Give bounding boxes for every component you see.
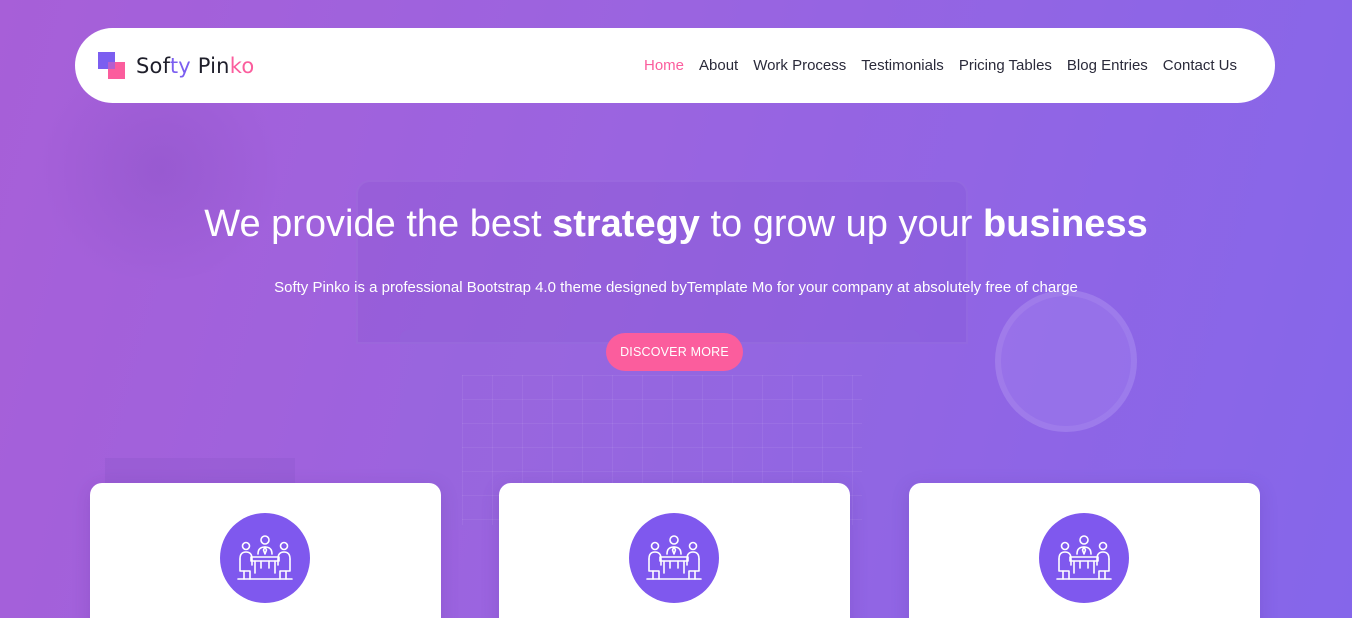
background-coffee-cup [995,290,1137,432]
hero-title: We provide the best strategy to grow up … [0,203,1352,246]
hero-title-emphasis: strategy [552,203,700,245]
logo-text-part: Sof [136,53,170,78]
nav-item: Testimonials [861,57,944,75]
discover-more-button[interactable]: DISCOVER MORE [606,333,743,371]
hero-title-text: to grow up your [699,203,983,245]
nav-link-blog-entries[interactable]: Blog Entries [1067,57,1148,74]
nav-link-work-process[interactable]: Work Process [753,57,846,74]
nav-item: Contact Us [1163,57,1237,75]
team-meeting-icon [1039,513,1129,603]
feature-card [90,483,441,618]
nav-item: Work Process [753,57,846,75]
feature-card [909,483,1260,618]
logo-text-part: ty [169,53,191,78]
logo-text-part: ko [229,53,255,78]
team-meeting-icon [629,513,719,603]
nav-item: About [699,57,738,75]
nav-menu: Home About Work Process Testimonials Pricing… [644,57,1237,75]
hero-title-text: We provide the best [204,203,553,245]
navbar: Softy Pinko Home About Work Process Testimo… [75,28,1275,103]
logo-text-part: Pin [190,53,230,78]
nav-item: Pricing Tables [959,57,1052,75]
hero-title-emphasis: business [982,203,1148,245]
nav-link-testimonials[interactable]: Testimonials [861,57,944,74]
hero-subtitle: Softy Pinko is a professional Bootstrap … [274,279,1078,296]
nav-link-about[interactable]: About [699,57,738,74]
logo-mark-icon [98,51,126,80]
logo-text: Softy Pinko [136,54,254,78]
nav-link-pricing-tables[interactable]: Pricing Tables [959,57,1052,74]
feature-card [499,483,850,618]
site-logo[interactable]: Softy Pinko [98,51,254,80]
nav-link-contact-us[interactable]: Contact Us [1163,57,1237,74]
team-meeting-icon [220,513,310,603]
nav-link-home[interactable]: Home [644,57,684,74]
nav-item: Home [644,57,684,75]
nav-item: Blog Entries [1067,57,1148,75]
